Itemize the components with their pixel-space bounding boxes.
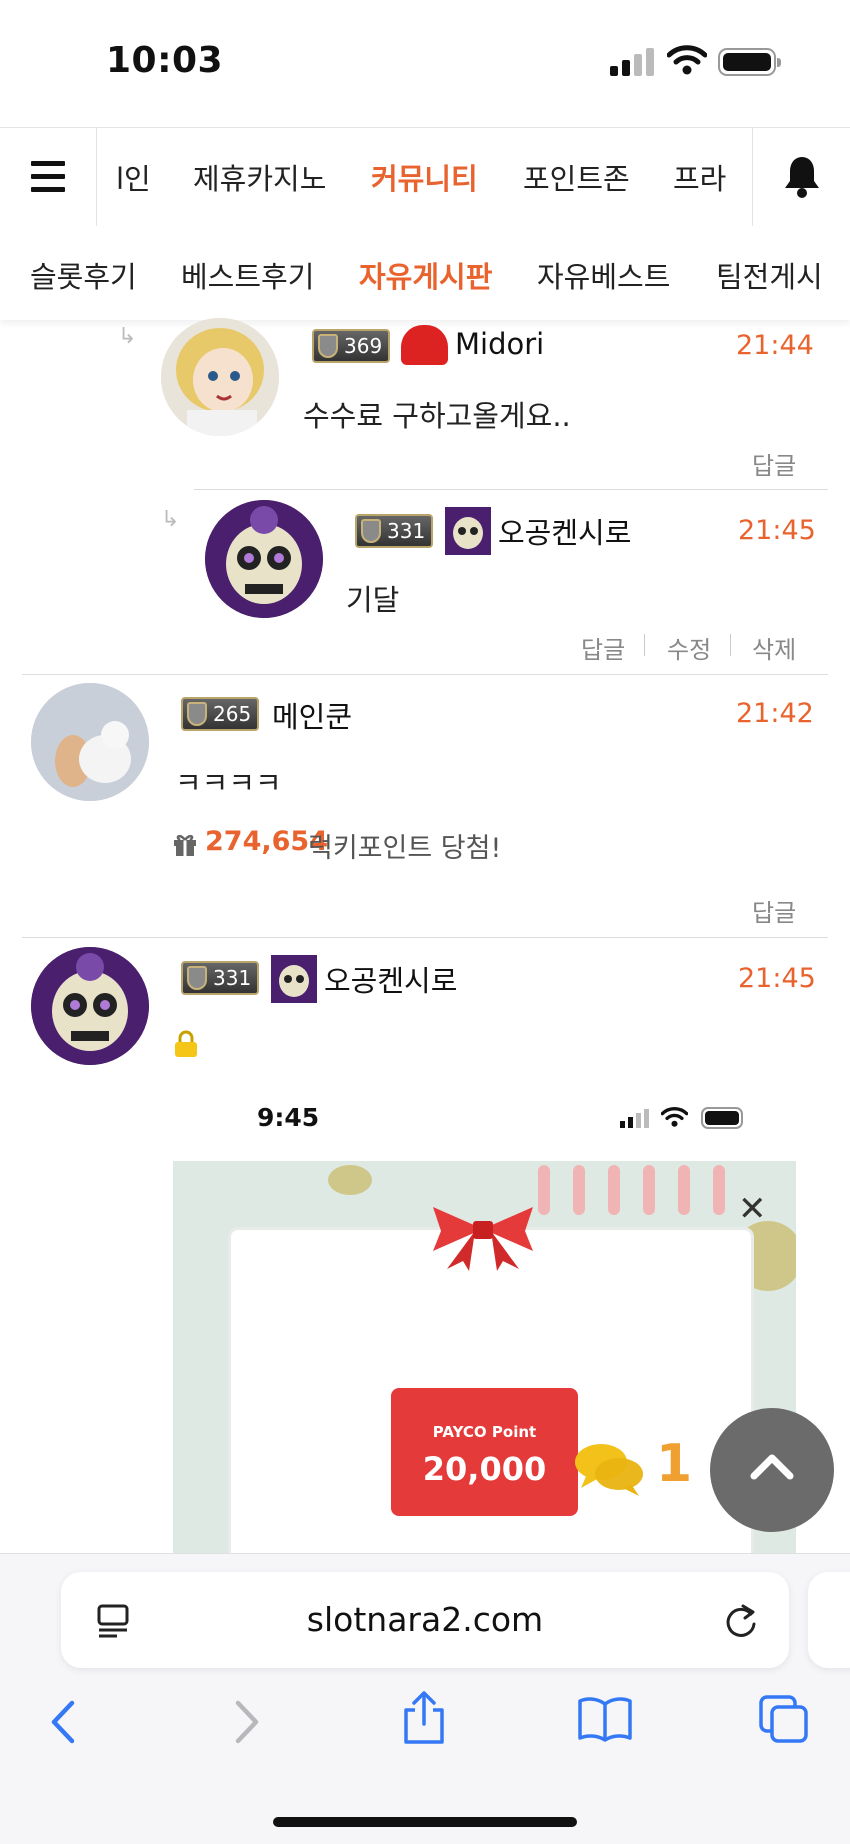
edit-button[interactable]: 수정	[667, 630, 711, 665]
bookmarks-icon[interactable]	[577, 1696, 633, 1742]
skull-icon	[271, 955, 317, 1003]
nav-item-point-zone[interactable]: 포인트존	[523, 156, 630, 198]
helmet-icon	[401, 325, 448, 365]
skull-avatar-icon	[31, 947, 149, 1065]
comment-time: 21:45	[738, 515, 816, 546]
reply-button[interactable]: 답글	[752, 446, 796, 481]
subnav-best-review[interactable]: 베스트후기	[181, 254, 314, 296]
subnav-free-best[interactable]: 자유베스트	[537, 254, 670, 296]
chevron-up-icon	[750, 1454, 794, 1480]
menu-button[interactable]	[0, 128, 97, 226]
address-bar[interactable]: slotnara2.com	[61, 1572, 789, 1668]
reply-arrow-icon: ↳	[118, 324, 137, 349]
comment-text: ㅋㅋㅋㅋ	[175, 766, 282, 800]
avatar[interactable]	[161, 318, 279, 436]
share-icon[interactable]	[401, 1690, 447, 1746]
wifi-icon	[667, 45, 707, 75]
embedded-wifi-icon	[661, 1107, 688, 1127]
back-icon[interactable]	[48, 1699, 78, 1745]
comment-author[interactable]: Midori	[455, 327, 544, 361]
subnav-free-board[interactable]: 자유게시판	[359, 254, 492, 296]
divider	[22, 937, 828, 938]
delete-button[interactable]: 삭제	[752, 630, 796, 665]
lucky-point-text: 럭키포인트 당첨!	[308, 833, 502, 864]
level-badge: 265	[181, 697, 260, 731]
nav-item-pra[interactable]: 프라	[673, 156, 726, 198]
separator	[730, 634, 731, 656]
payco-brand: PAYCO Point	[432, 1423, 537, 1441]
separator	[644, 634, 645, 656]
reload-icon[interactable]	[723, 1602, 759, 1638]
comment-text: 수수료 구하고올게요..	[303, 399, 571, 433]
comment-count: 1	[656, 1434, 693, 1494]
comment-time: 21:42	[736, 698, 814, 729]
popup-close-icon: ✕	[738, 1189, 767, 1229]
divider	[22, 674, 828, 675]
reply-button[interactable]: 답글	[752, 893, 796, 928]
skull-icon	[445, 507, 491, 555]
battery-icon	[718, 48, 781, 76]
tabs-icon[interactable]	[758, 1694, 810, 1744]
url-text[interactable]: slotnara2.com	[61, 1600, 789, 1639]
level-badge: 331	[181, 961, 260, 995]
avatar[interactable]	[31, 683, 149, 801]
anime-girl-avatar-icon	[161, 318, 279, 436]
nav-item-partner-casino[interactable]: 제휴카지노	[193, 156, 326, 198]
comment-text: 기달	[346, 583, 400, 617]
safari-toolbar: slotnara2.com	[0, 1553, 850, 1844]
comment-author[interactable]: 메인쿤	[272, 694, 352, 736]
lock-icon	[173, 1030, 199, 1058]
gift-icon	[172, 831, 198, 857]
next-tab-address-bar[interactable]	[808, 1572, 850, 1668]
level-badge: 369	[312, 329, 391, 363]
scroll-top-button[interactable]	[710, 1408, 834, 1532]
avatar[interactable]	[31, 947, 149, 1065]
payco-amount: 20,000	[422, 1450, 547, 1488]
reply-arrow-icon: ↳	[161, 507, 180, 532]
nav-item-community[interactable]: 커뮤니티	[371, 156, 478, 198]
status-time: 10:03	[106, 40, 224, 81]
skull-avatar-icon	[205, 500, 323, 618]
comment-author[interactable]: 오공켄시로	[498, 510, 631, 552]
cats-avatar-icon	[31, 683, 149, 801]
bell-icon	[785, 157, 819, 198]
nav-item-login[interactable]: l인	[116, 156, 151, 198]
reply-button[interactable]: 답글	[581, 630, 625, 665]
sub-nav: 슬롯후기 베스트후기 자유게시판 자유베스트 팀전게시	[0, 226, 850, 320]
notification-button[interactable]	[752, 128, 850, 226]
comment-author[interactable]: 오공켄시로	[324, 958, 457, 1000]
avatar[interactable]	[205, 500, 323, 618]
main-nav: l인 제휴카지노 커뮤니티 포인트존 프라	[0, 127, 850, 227]
embedded-popup-image: ✕ PAYCO Point 20,000	[173, 1161, 796, 1553]
embedded-signal-icon	[620, 1108, 650, 1128]
home-indicator[interactable]	[273, 1817, 577, 1827]
comment-time: 21:45	[738, 963, 816, 994]
payco-point-card: PAYCO Point 20,000	[391, 1388, 578, 1516]
forward-icon[interactable]	[232, 1699, 262, 1745]
embedded-battery-icon	[701, 1107, 743, 1129]
subnav-slot-review[interactable]: 슬롯후기	[30, 254, 137, 296]
main-nav-items: l인 제휴카지노 커뮤니티 포인트존 프라	[96, 128, 752, 226]
subnav-team-board[interactable]: 팀전게시	[716, 254, 823, 296]
ribbon-bow-icon	[433, 1207, 533, 1271]
level-badge: 331	[355, 514, 434, 548]
cellular-signal-icon	[610, 48, 656, 76]
comment-time: 21:44	[736, 330, 814, 361]
embedded-status-time: 9:45	[257, 1103, 320, 1132]
divider	[194, 489, 828, 490]
comment-bubble-icon[interactable]	[573, 1440, 645, 1498]
